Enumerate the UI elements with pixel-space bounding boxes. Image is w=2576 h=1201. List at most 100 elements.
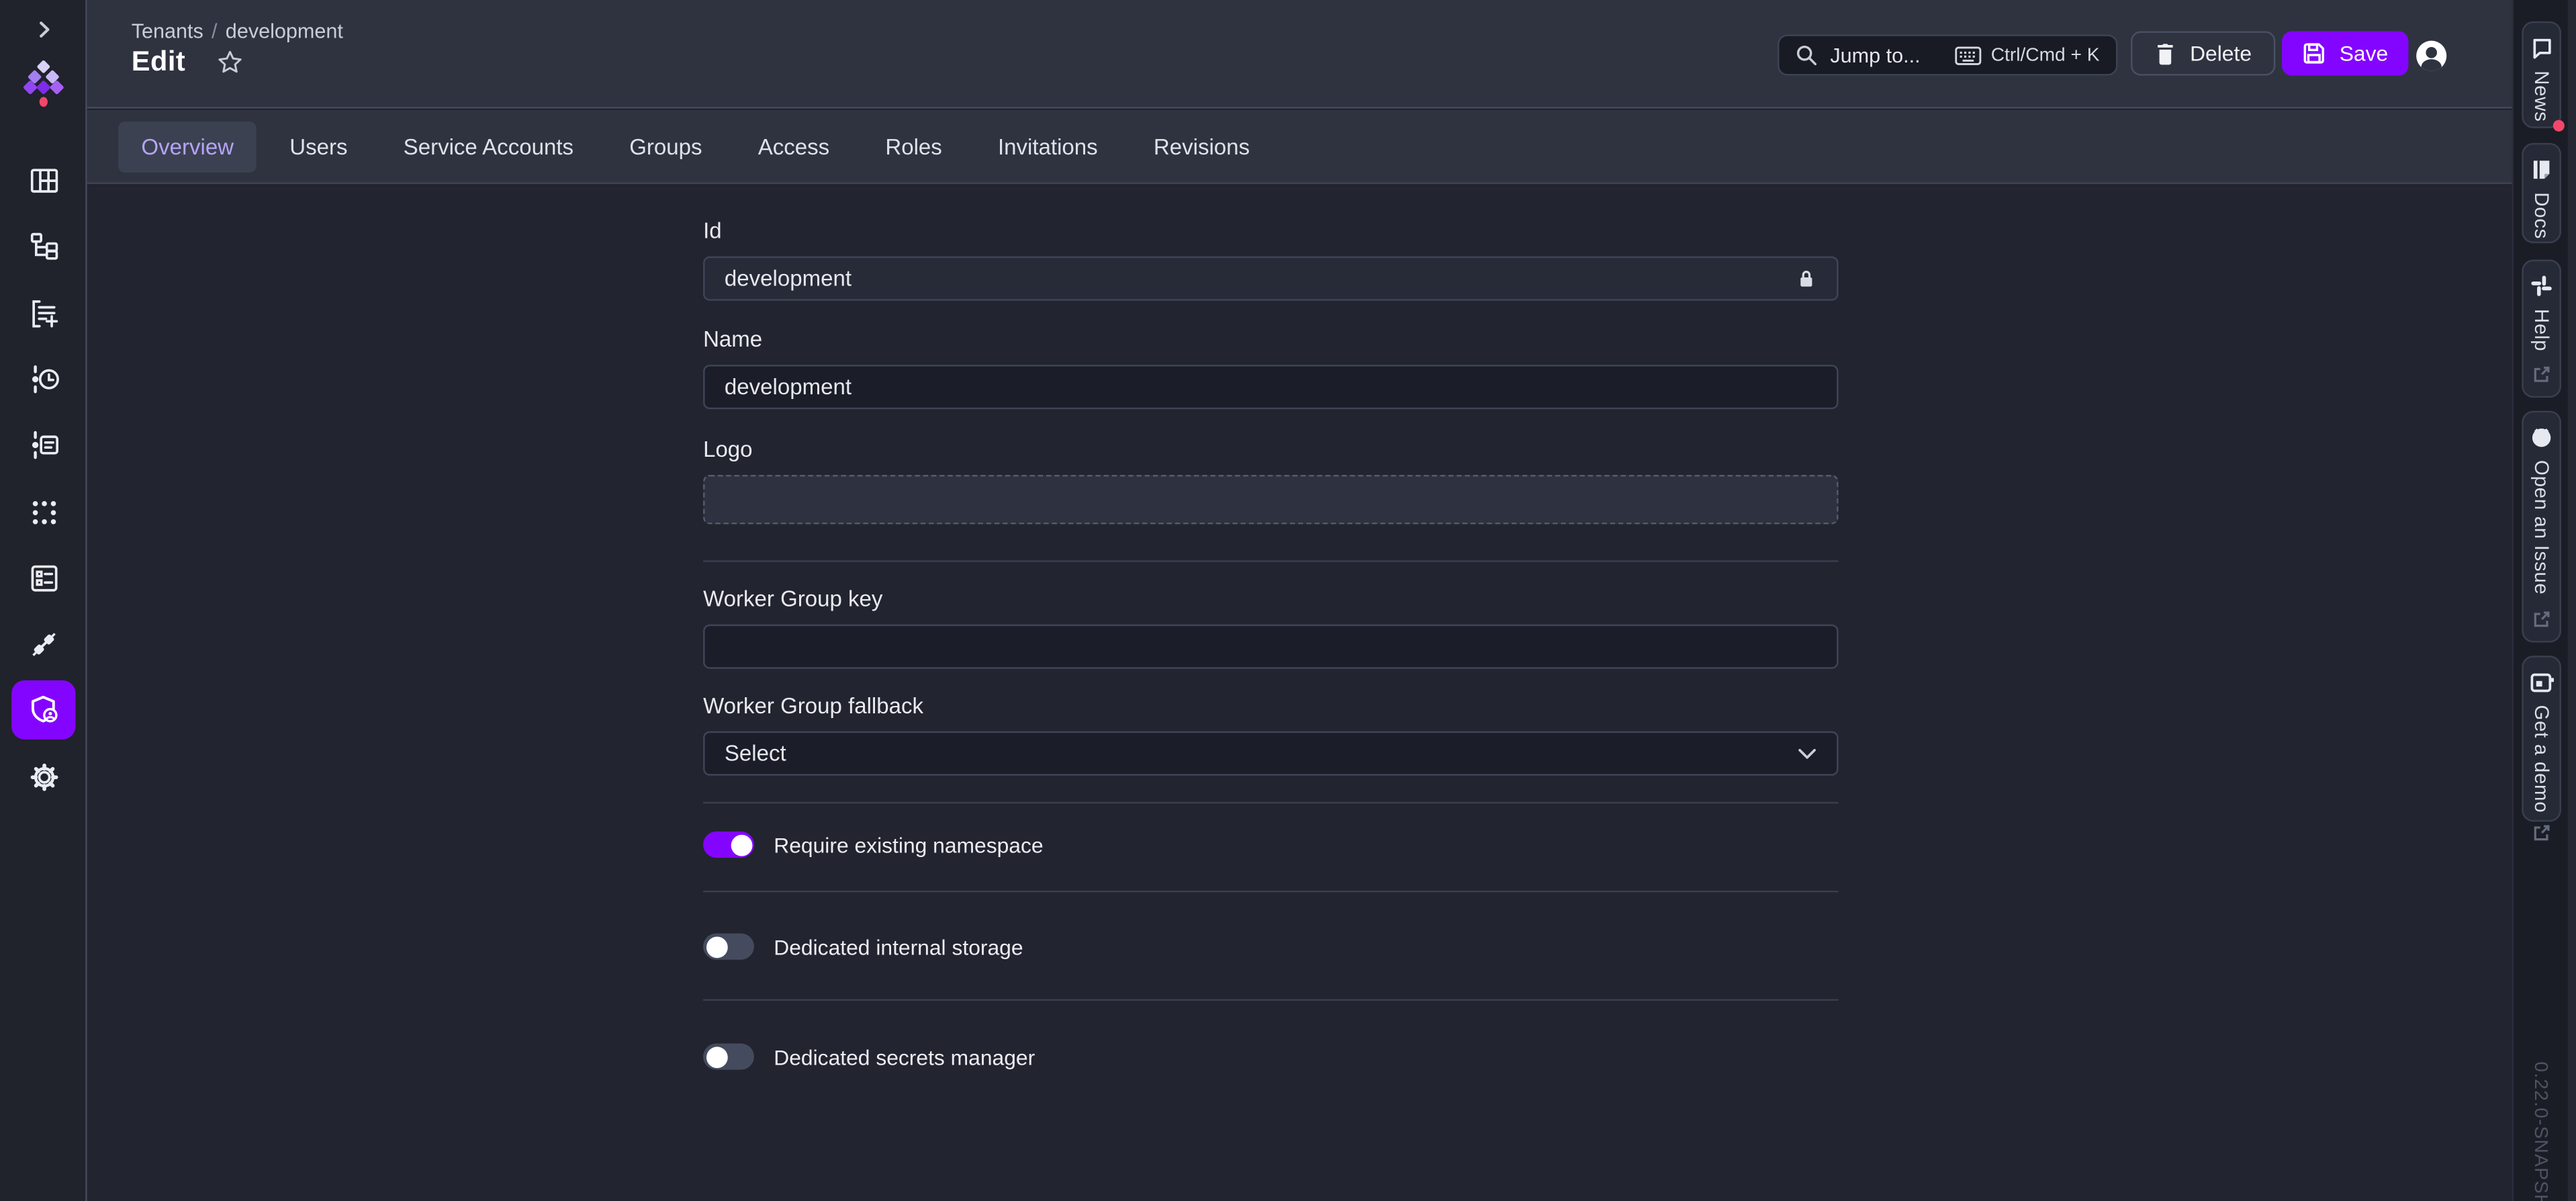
save-icon: [2301, 41, 2326, 66]
sidebar-item-namespaces[interactable]: [0, 479, 87, 545]
toggle-switch-off[interactable]: [703, 1043, 754, 1069]
id-field-value: development: [725, 266, 852, 291]
rail-item-help[interactable]: Help: [2522, 260, 2561, 398]
search-shortcut: Ctrl/Cmd + K: [1955, 45, 2100, 64]
tab-service-accounts[interactable]: Service Accounts: [380, 121, 596, 172]
rail-item-label: Docs: [2530, 192, 2553, 239]
toggle-dedicated-internal-storage[interactable]: Dedicated internal storage: [703, 934, 1838, 960]
account-circle-icon[interactable]: [2415, 40, 2448, 73]
left-sidebar: [0, 0, 87, 1201]
sidebar-item-templates[interactable]: [0, 280, 87, 347]
title-row: Edit: [132, 46, 243, 79]
shield-account-icon: [27, 694, 60, 727]
sidebar-item-flows[interactable]: [0, 214, 87, 281]
delete-button-label: Delete: [2190, 41, 2252, 66]
kestra-logo[interactable]: [23, 59, 64, 108]
message-icon: [2530, 36, 2553, 59]
file-tree-icon: [27, 231, 60, 264]
breadcrumb-current: development: [226, 19, 343, 42]
tab-invitations[interactable]: Invitations: [975, 121, 1121, 172]
sidebar-item-home[interactable]: [0, 148, 87, 214]
toggle-require-existing-namespace[interactable]: Require existing namespace: [703, 832, 1838, 858]
toggle-label: Require existing namespace: [774, 832, 1043, 857]
worker-group-fallback-label: Worker Group fallback: [703, 693, 1838, 718]
name-field-value: development: [725, 375, 852, 400]
section-divider: [703, 802, 1838, 803]
tenant-edit-form: Id development Name development Logo Wor…: [703, 218, 1838, 1069]
tab-overview[interactable]: Overview: [118, 121, 257, 172]
rail-item-news[interactable]: News: [2522, 21, 2561, 128]
logo-dropzone[interactable]: [703, 475, 1838, 524]
toggle-dedicated-secrets-manager[interactable]: Dedicated secrets manager: [703, 1043, 1838, 1069]
text-box-plus-icon: [27, 297, 60, 330]
toggle-knob: [730, 834, 751, 856]
rail-item-label: Open an Issue: [2530, 460, 2553, 594]
scrollbar-track[interactable]: [2568, 0, 2576, 1201]
presentation-icon: [2529, 670, 2554, 693]
rail-item-label: Help: [2530, 309, 2553, 351]
favorite-star-icon[interactable]: [217, 49, 243, 75]
breadcrumb-tenants[interactable]: Tenants: [132, 19, 203, 42]
id-field: development: [703, 257, 1838, 301]
list-box-icon: [27, 562, 60, 594]
chevron-down-icon: [1797, 747, 1816, 760]
worker-group-key-label: Worker Group key: [703, 586, 1838, 611]
top-header: Tenants / development Edit Jump to... Ct…: [87, 0, 2512, 108]
tab-users[interactable]: Users: [267, 121, 371, 172]
view-dashboard-icon: [27, 165, 60, 197]
tab-roles[interactable]: Roles: [862, 121, 965, 172]
github-icon: [2530, 426, 2553, 449]
toggle-switch-on[interactable]: [703, 832, 754, 858]
jump-to-search[interactable]: Jump to... Ctrl/Cmd + K: [1778, 34, 2117, 75]
worker-group-fallback-select[interactable]: Select: [703, 731, 1838, 776]
version-label: 0.22.0-SNAPSHOT: [2530, 1061, 2550, 1201]
sidebar-item-blueprints[interactable]: [0, 545, 87, 612]
tab-groups[interactable]: Groups: [606, 121, 725, 172]
app-window: Tenants / development Edit Jump to... Ct…: [0, 0, 2576, 1201]
sidebar-item-executions[interactable]: [0, 347, 87, 413]
external-link-icon: [2532, 813, 2551, 842]
rail-item-get-a-demo[interactable]: Get a demo: [2522, 656, 2561, 821]
section-divider: [703, 999, 1838, 1000]
save-button[interactable]: Save: [2282, 31, 2407, 75]
toggle-label: Dedicated internal storage: [774, 934, 1023, 959]
toggle-label: Dedicated secrets manager: [774, 1044, 1035, 1069]
dots-square-icon: [27, 496, 60, 529]
toggle-switch-off[interactable]: [703, 934, 754, 960]
name-field[interactable]: development: [703, 365, 1838, 409]
worker-group-key-field[interactable]: [703, 625, 1838, 669]
connection-icon: [27, 628, 60, 661]
book-icon: [2530, 158, 2553, 181]
toggle-knob: [706, 936, 727, 957]
slack-icon: [2530, 275, 2553, 298]
sidebar-item-plugins[interactable]: [0, 611, 87, 678]
cog-icon: [27, 760, 60, 793]
rail-item-docs[interactable]: Docs: [2522, 143, 2561, 243]
trash-icon: [2154, 42, 2176, 64]
rail-item-label: News: [2530, 71, 2553, 122]
worker-group-fallback-value: Select: [725, 741, 786, 766]
rail-item-open-an-issue[interactable]: Open an Issue: [2522, 411, 2561, 643]
sidebar-expand-button[interactable]: [0, 16, 87, 42]
id-field-label: Id: [703, 218, 1838, 243]
news-badge-dot: [2553, 120, 2565, 132]
search-placeholder: Jump to...: [1830, 44, 1955, 66]
external-link-icon: [2532, 355, 2551, 384]
right-sidebar: News Docs Help Open an Issue: [2512, 0, 2576, 1201]
delete-button[interactable]: Delete: [2131, 31, 2274, 75]
keyboard-icon: [1955, 45, 1981, 64]
sidebar-item-settings[interactable]: [0, 744, 87, 810]
name-field-label: Name: [703, 327, 1838, 352]
sidebar-item-administration[interactable]: [11, 681, 75, 740]
chevron-right-icon: [37, 19, 50, 39]
rail-item-label: Get a demo: [2530, 705, 2553, 813]
logo-field-label: Logo: [703, 437, 1838, 462]
timeline-clock-icon: [27, 363, 60, 396]
page-title: Edit: [132, 46, 186, 79]
tab-access[interactable]: Access: [735, 121, 852, 172]
sidebar-item-logs[interactable]: [0, 413, 87, 480]
lock-icon: [1796, 268, 1817, 290]
tab-revisions[interactable]: Revisions: [1131, 121, 1273, 172]
search-shortcut-label: Ctrl/Cmd + K: [1991, 45, 2100, 64]
breadcrumb: Tenants / development: [132, 19, 343, 42]
